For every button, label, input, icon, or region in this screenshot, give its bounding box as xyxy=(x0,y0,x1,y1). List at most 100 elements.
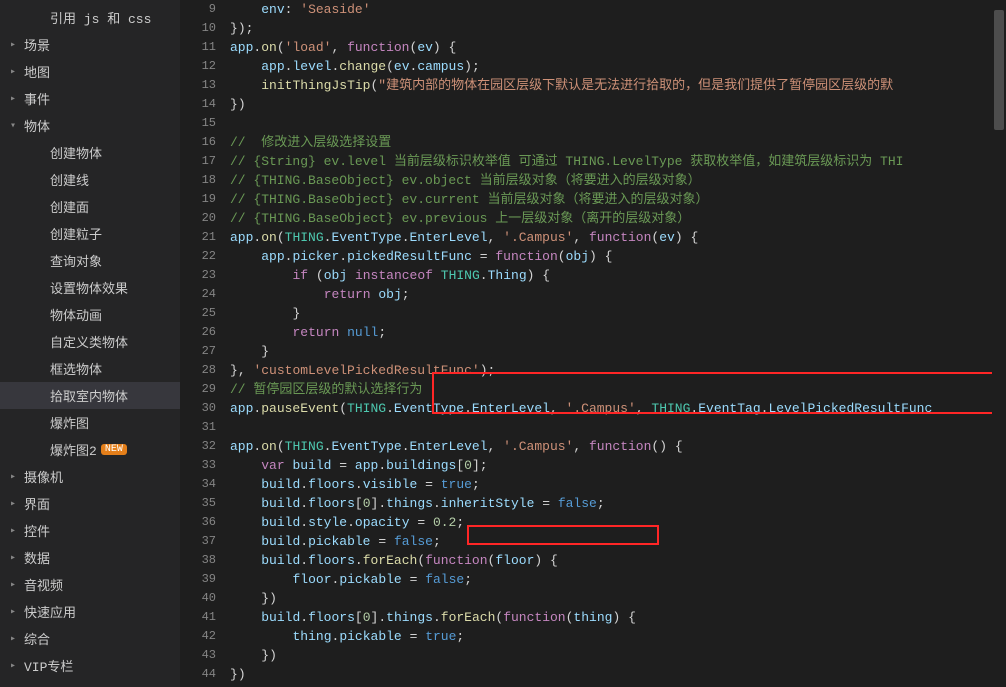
line-number: 44 xyxy=(180,665,216,684)
tree-arrow-icon: ▸ xyxy=(10,633,20,645)
code-line[interactable]: }, 'customLevelPickedResultFunc'); xyxy=(230,361,1006,380)
line-number: 14 xyxy=(180,95,216,114)
code-line[interactable]: // {THING.BaseObject} ev.current 当前层级对象（… xyxy=(230,190,1006,209)
line-number: 31 xyxy=(180,418,216,437)
line-number: 26 xyxy=(180,323,216,342)
line-number: 32 xyxy=(180,437,216,456)
sidebar-item-16[interactable]: 爆炸图2NEW xyxy=(0,436,180,463)
code-line[interactable]: env: 'Seaside' xyxy=(230,0,1006,19)
sidebar-item-0[interactable]: 引用 js 和 css xyxy=(0,4,180,31)
sidebar-item-13[interactable]: 框选物体 xyxy=(0,355,180,382)
tree-arrow-icon: ▸ xyxy=(10,93,20,105)
line-number: 16 xyxy=(180,133,216,152)
code-editor[interactable]: 9101112131415161718192021222324252627282… xyxy=(180,0,1006,687)
code-line[interactable]: return obj; xyxy=(230,285,1006,304)
scrollbar-thumb[interactable] xyxy=(994,10,1004,130)
sidebar-item-23[interactable]: ▸ 综合 xyxy=(0,625,180,652)
sidebar-item-10[interactable]: 设置物体效果 xyxy=(0,274,180,301)
code-line[interactable]: // 暂停园区层级的默认选择行为 xyxy=(230,380,1006,399)
sidebar-item-24[interactable]: ▸VIP专栏 xyxy=(0,652,180,679)
code-line[interactable]: build.style.opacity = 0.2; xyxy=(230,513,1006,532)
code-line[interactable]: // {String} ev.level 当前层级标识枚举值 可通过 THING… xyxy=(230,152,1006,171)
sidebar-item-22[interactable]: ▸快速应用 xyxy=(0,598,180,625)
code-line[interactable]: // {THING.BaseObject} ev.object 当前层级对象（将… xyxy=(230,171,1006,190)
code-line[interactable]: thing.pickable = true; xyxy=(230,627,1006,646)
code-line[interactable]: }) xyxy=(230,589,1006,608)
sidebar-item-21[interactable]: ▸音视频 xyxy=(0,571,180,598)
new-badge: NEW xyxy=(101,444,127,455)
sidebar-item-3[interactable]: ▸ 事件 xyxy=(0,85,180,112)
sidebar-item-19[interactable]: ▸控件 xyxy=(0,517,180,544)
sidebar-item-label: 控件 xyxy=(24,521,50,540)
sidebar-item-label: 查询对象 xyxy=(50,251,102,270)
sidebar-item-14[interactable]: 拾取室内物体 xyxy=(0,382,180,409)
sidebar-item-label: 综合 xyxy=(24,629,50,648)
code-line[interactable]: floor.pickable = false; xyxy=(230,570,1006,589)
code-area[interactable]: env: 'Seaside'});app.on('load', function… xyxy=(230,0,1006,687)
code-line[interactable] xyxy=(230,418,1006,437)
line-number-gutter: 9101112131415161718192021222324252627282… xyxy=(180,0,230,687)
code-line[interactable]: }); xyxy=(230,19,1006,38)
code-line[interactable]: build.pickable = false; xyxy=(230,532,1006,551)
line-number: 40 xyxy=(180,589,216,608)
sidebar-item-label: 事件 xyxy=(24,89,50,108)
code-line[interactable]: build.floors[0].things.inheritStyle = fa… xyxy=(230,494,1006,513)
sidebar-item-12[interactable]: 自定义类物体 xyxy=(0,328,180,355)
line-number: 29 xyxy=(180,380,216,399)
code-line[interactable]: app.on(THING.EventType.EnterLevel, '.Cam… xyxy=(230,228,1006,247)
line-number: 12 xyxy=(180,57,216,76)
code-line[interactable]: app.picker.pickedResultFunc = function(o… xyxy=(230,247,1006,266)
code-line[interactable]: return null; xyxy=(230,323,1006,342)
code-line[interactable]: }) xyxy=(230,95,1006,114)
sidebar-item-1[interactable]: ▸场景 xyxy=(0,31,180,58)
line-number: 27 xyxy=(180,342,216,361)
sidebar-item-label: 摄像机 xyxy=(24,467,63,486)
code-line[interactable]: }) xyxy=(230,646,1006,665)
sidebar-item-15[interactable]: 爆炸图 xyxy=(0,409,180,436)
code-line[interactable]: // 修改进入层级选择设置 xyxy=(230,133,1006,152)
code-line[interactable] xyxy=(230,114,1006,133)
line-number: 13 xyxy=(180,76,216,95)
sidebar-item-label: 地图 xyxy=(24,62,50,81)
sidebar-item-4[interactable]: ▾物体 xyxy=(0,112,180,139)
code-line[interactable]: // {THING.BaseObject} ev.previous 上一层级对象… xyxy=(230,209,1006,228)
sidebar-item-5[interactable]: 创建物体 xyxy=(0,139,180,166)
sidebar-item-label: 引用 js 和 css xyxy=(50,8,151,27)
code-line[interactable]: }) xyxy=(230,665,1006,684)
sidebar-item-6[interactable]: 创建线 xyxy=(0,166,180,193)
sidebar-item-label: 设置物体效果 xyxy=(50,278,128,297)
vertical-scrollbar[interactable] xyxy=(992,0,1006,687)
code-line[interactable]: } xyxy=(230,304,1006,323)
line-number: 23 xyxy=(180,266,216,285)
code-line[interactable]: build.floors.visible = true; xyxy=(230,475,1006,494)
line-number: 42 xyxy=(180,627,216,646)
code-line[interactable]: app.on('load', function(ev) { xyxy=(230,38,1006,57)
tree-arrow-icon: ▸ xyxy=(10,66,20,78)
sidebar-item-label: 音视频 xyxy=(24,575,63,594)
line-number: 21 xyxy=(180,228,216,247)
code-line[interactable]: app.level.change(ev.campus); xyxy=(230,57,1006,76)
sidebar-item-7[interactable]: 创建面 xyxy=(0,193,180,220)
line-number: 24 xyxy=(180,285,216,304)
sidebar-item-8[interactable]: 创建粒子 xyxy=(0,220,180,247)
line-number: 9 xyxy=(180,0,216,19)
tree-arrow-icon: ▸ xyxy=(10,471,20,483)
code-line[interactable]: build.floors.forEach(function(floor) { xyxy=(230,551,1006,570)
sidebar-item-2[interactable]: ▸ 地图 xyxy=(0,58,180,85)
sidebar-item-17[interactable]: ▸ 摄像机 xyxy=(0,463,180,490)
line-number: 37 xyxy=(180,532,216,551)
code-line[interactable]: app.pauseEvent(THING.EventType.EnterLeve… xyxy=(230,399,1006,418)
line-number: 33 xyxy=(180,456,216,475)
line-number: 25 xyxy=(180,304,216,323)
code-line[interactable]: build.floors[0].things.forEach(function(… xyxy=(230,608,1006,627)
sidebar-item-11[interactable]: 物体动画 xyxy=(0,301,180,328)
sidebar-item-9[interactable]: 查询对象 xyxy=(0,247,180,274)
code-line[interactable]: app.on(THING.EventType.EnterLevel, '.Cam… xyxy=(230,437,1006,456)
sidebar-item-20[interactable]: ▸数据 xyxy=(0,544,180,571)
code-line[interactable]: if (obj instanceof THING.Thing) { xyxy=(230,266,1006,285)
code-line[interactable]: var build = app.buildings[0]; xyxy=(230,456,1006,475)
sidebar-item-18[interactable]: ▸界面 xyxy=(0,490,180,517)
sidebar-item-label: 创建线 xyxy=(50,170,89,189)
code-line[interactable]: initThingJsTip("建筑内部的物体在园区层级下默认是无法进行拾取的，… xyxy=(230,76,1006,95)
code-line[interactable]: } xyxy=(230,342,1006,361)
